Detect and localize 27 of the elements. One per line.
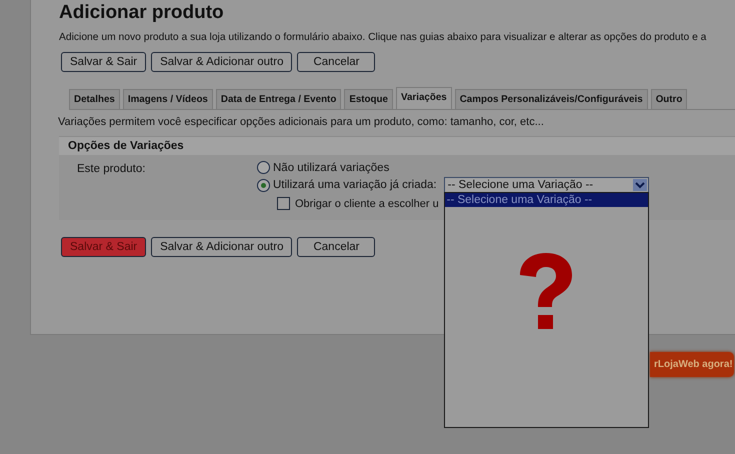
tab[interactable]: Variações	[396, 87, 452, 109]
cancel-button[interactable]: Cancelar	[297, 237, 376, 257]
radio-label: Não utilizará variações	[273, 162, 390, 174]
cancel-button[interactable]: Cancelar	[297, 52, 376, 72]
save-button[interactable]: Salvar & Adicionar outro	[151, 237, 292, 257]
tab[interactable]: Imagens / Vídeos	[122, 89, 213, 109]
save-button[interactable]: Salvar & Sair	[61, 52, 146, 72]
tab[interactable]: Data de Entrega / Evento	[216, 89, 342, 109]
radio-label: Utilizará uma variação já criada:	[273, 179, 437, 191]
page-description: Adicione um novo produto a sua loja utilizando o formulário abaixo. Clique nas guias abaixo para visualizar e alterar as opções do produto e a	[59, 32, 708, 43]
section-header: Opções de Variações	[59, 136, 735, 155]
dropdown-option[interactable]: -- Selecione uma Variação --	[444, 193, 648, 207]
variations-intro: Variações permitem você especificar opções adicionais para um produto, como: tamanho, cor, etc...	[58, 116, 545, 128]
checkbox-label: Obrigar o cliente a escolher u	[295, 198, 439, 210]
variation-select[interactable]: -- Selecione uma Variação --	[444, 177, 649, 193]
save-button[interactable]: Salvar & Adicionar outro	[151, 52, 292, 72]
field-label: Este produto:	[77, 162, 146, 177]
radio-button[interactable]	[257, 161, 270, 174]
promo-button[interactable]: rLojaWeb agora!	[650, 352, 734, 377]
radio-button[interactable]	[257, 178, 270, 192]
page-title: Adicionar produto	[59, 2, 225, 24]
checkbox[interactable]	[277, 197, 290, 210]
tab[interactable]: Estoque	[344, 89, 393, 109]
tab[interactable]: Campos Personalizáveis/Configuráveis	[454, 89, 648, 109]
dropdown-caret-icon	[632, 179, 647, 191]
tab[interactable]: Outro	[650, 89, 688, 109]
tab[interactable]: Detalhes	[69, 89, 120, 109]
